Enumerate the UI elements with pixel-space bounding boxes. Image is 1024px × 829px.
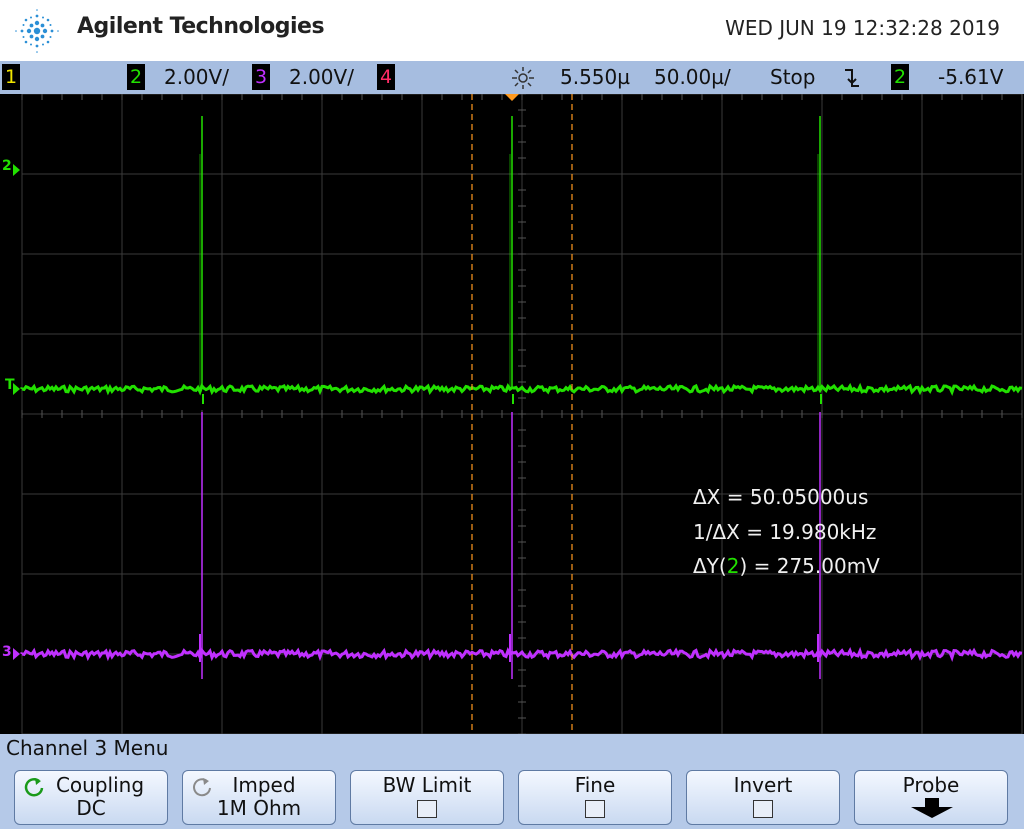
channel-4-indicator[interactable]: 4 — [377, 64, 395, 90]
trigger-level-marker[interactable]: T — [5, 377, 15, 393]
agilent-spark-icon — [15, 9, 59, 53]
channel-2-indicator[interactable]: 2 — [127, 64, 145, 90]
impedance-label: Imped — [232, 773, 296, 797]
delta-x-readout: ΔX = 50.05000us — [693, 485, 869, 509]
header: Agilent Technologies WED JUN 19 12:32:28… — [0, 0, 1024, 61]
coupling-label: Coupling — [55, 773, 145, 797]
trigger-position-marker — [505, 94, 519, 101]
channel-3-indicator[interactable]: 3 — [252, 64, 270, 90]
channel-2-ground-arrow — [13, 164, 20, 176]
bw-limit-softkey[interactable]: BW Limit — [350, 770, 504, 825]
run-state: Stop — [770, 65, 816, 89]
menu-title: Channel 3 Menu — [6, 736, 169, 760]
channel-3-ground-arrow — [13, 648, 20, 660]
channel-menu: Channel 3 Menu Coupling DC Imped 1M Ohm … — [0, 734, 1024, 829]
bw-limit-label: BW Limit — [382, 773, 472, 797]
waveform-display[interactable]: 2 T 3 ΔX = 50.05000us 1/ΔX = 19.980kHz Δ… — [0, 94, 1024, 734]
delta-y-prefix: ΔY( — [693, 554, 727, 578]
fine-label: Fine — [574, 773, 616, 797]
inverse-delta-x-readout: 1/ΔX = 19.980kHz — [693, 520, 877, 544]
fine-checkbox[interactable] — [585, 800, 605, 818]
channel-1-indicator[interactable]: 1 — [2, 64, 20, 90]
invert-checkbox[interactable] — [753, 800, 773, 818]
delta-y-readout: ΔY(2) = 275.00mV — [693, 554, 880, 578]
channel-2-scale: 2.00V/ — [164, 65, 229, 89]
timebase-scale[interactable]: 50.00µ/ — [654, 65, 731, 89]
trigger-source-indicator[interactable]: 2 — [891, 64, 909, 90]
waveform-canvas — [13, 94, 1023, 734]
invert-label: Invert — [733, 773, 793, 797]
fine-softkey[interactable]: Fine — [518, 770, 672, 825]
date-time: WED JUN 19 12:32:28 2019 — [725, 16, 1000, 40]
coupling-softkey[interactable]: Coupling DC — [14, 770, 168, 825]
channel-3-ground-marker[interactable]: 3 — [2, 644, 12, 660]
coupling-value: DC — [76, 796, 106, 820]
delay-icon — [512, 67, 534, 89]
probe-softkey[interactable]: Probe — [854, 770, 1008, 825]
probe-label: Probe — [902, 773, 960, 797]
bw-limit-checkbox[interactable] — [417, 800, 437, 818]
down-arrow-icon — [911, 798, 953, 818]
brand-name: Agilent Technologies — [77, 14, 325, 39]
falling-edge-icon — [845, 69, 859, 87]
delta-y-channel: 2 — [726, 554, 740, 578]
trigger-level[interactable]: -5.61V — [938, 65, 1003, 89]
status-bar: 1 2 2.00V/ 3 2.00V/ 4 5.550µ 50.00µ/ Sto… — [0, 61, 1024, 94]
channel-3-scale: 2.00V/ — [289, 65, 354, 89]
impedance-softkey[interactable]: Imped 1M Ohm — [182, 770, 336, 825]
horizontal-delay[interactable]: 5.550µ — [560, 65, 630, 89]
impedance-value: 1M Ohm — [216, 796, 302, 820]
graticule — [21, 94, 1023, 734]
channel-2-ground-marker[interactable]: 2 — [2, 158, 12, 174]
invert-softkey[interactable]: Invert — [686, 770, 840, 825]
delta-y-value: ) = 275.00mV — [739, 554, 880, 578]
